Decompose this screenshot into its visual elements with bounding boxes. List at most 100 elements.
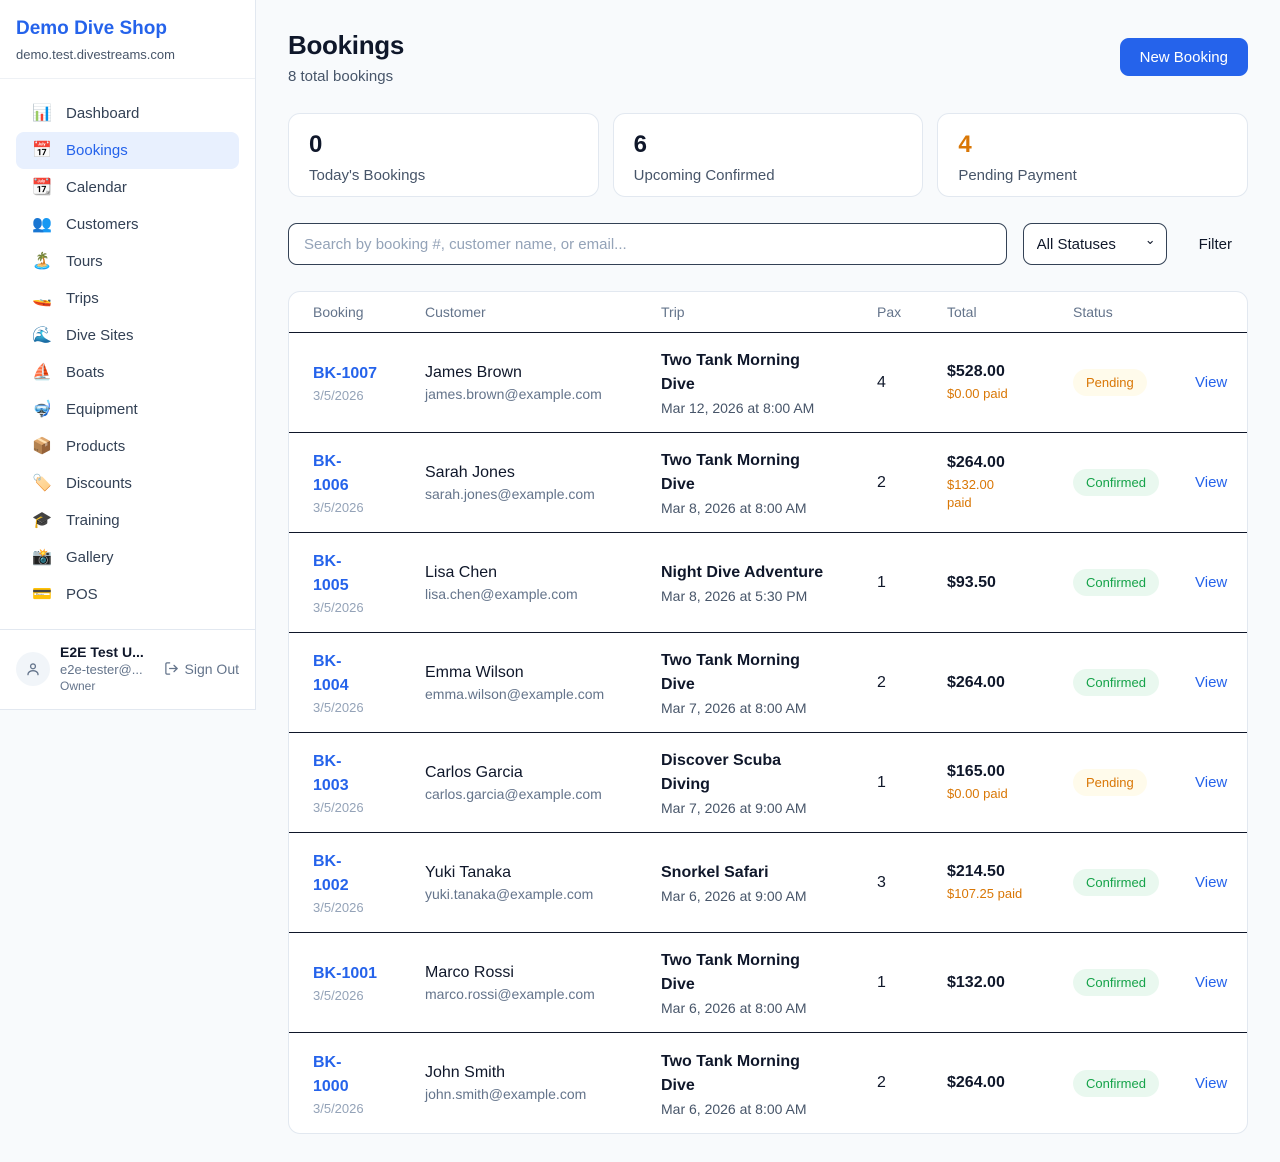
booking-id-link[interactable]: BK- 1004 [313,650,425,698]
filter-button[interactable]: Filter [1183,236,1248,253]
stat-label: Upcoming Confirmed [634,167,903,184]
booking-id-link[interactable]: BK-1007 [313,362,425,386]
table-row: BK- 1002 3/5/2026 Yuki Tanaka yuki.tanak… [289,833,1247,933]
trip-name: Two Tank Morning Dive [661,449,877,497]
booking-date: 3/5/2026 [313,1101,425,1116]
booking-id-link[interactable]: BK-1001 [313,962,425,986]
status-select[interactable]: All Statuses [1023,223,1167,265]
view-link[interactable]: View [1195,374,1227,391]
search-input[interactable] [288,223,1007,265]
sidebar-item-tours[interactable]: 🏝️ Tours [16,243,239,280]
sidebar-item-customers[interactable]: 👥 Customers [16,206,239,243]
customer-name: John Smith [425,1064,661,1082]
customer-name: Marco Rossi [425,964,661,982]
booking-cell: BK- 1006 3/5/2026 [313,450,425,515]
customer-name: Yuki Tanaka [425,864,661,882]
table-header-row: BookingCustomerTripPaxTotalStatus [289,292,1247,333]
booking-id-link[interactable]: BK- 1003 [313,750,425,798]
view-link[interactable]: View [1195,674,1227,691]
booking-id-link[interactable]: BK- 1006 [313,450,425,498]
brand: Demo Dive Shop demo.test.divestreams.com [0,0,255,79]
booking-cell: BK- 1000 3/5/2026 [313,1051,425,1116]
sidebar-item-label: Gallery [66,549,114,566]
trip-time: Mar 6, 2026 at 8:00 AM [661,1000,877,1016]
total-amount: $93.50 [947,574,1073,592]
customer-name: Sarah Jones [425,464,661,482]
customer-cell: Yuki Tanaka yuki.tanaka@example.com [425,864,661,902]
trip-cell: Two Tank Morning Dive Mar 6, 2026 at 8:0… [661,1050,877,1117]
customer-email: lisa.chen@example.com [425,586,661,602]
user-role: Owner [60,679,154,693]
customer-cell: James Brown james.brown@example.com [425,364,661,402]
sidebar-item-training[interactable]: 🎓 Training [16,502,239,539]
logout-icon [164,661,179,676]
booking-cell: BK-1001 3/5/2026 [313,962,425,1003]
view-link[interactable]: View [1195,974,1227,991]
view-link[interactable]: View [1195,474,1227,491]
total-amount: $528.00 [947,363,1073,381]
customer-email: marco.rossi@example.com [425,986,661,1002]
stat-card: 4 Pending Payment [937,113,1248,197]
status-cell: Confirmed [1073,869,1195,896]
status-cell: Confirmed [1073,969,1195,996]
sidebar-item-discounts[interactable]: 🏷️ Discounts [16,465,239,502]
view-link[interactable]: View [1195,774,1227,791]
table-body: BK-1007 3/5/2026 James Brown james.brown… [289,333,1247,1133]
status-cell: Pending [1073,369,1195,396]
status-cell: Pending [1073,769,1195,796]
customer-email: sarah.jones@example.com [425,486,661,502]
trip-cell: Snorkel Safari Mar 6, 2026 at 9:00 AM [661,861,877,904]
paid-amount: $132.00 paid [947,476,1073,512]
tear-off-calendar-icon: 📆 [32,180,52,196]
column-header-pax: Pax [877,304,947,320]
paid-amount: $107.25 paid [947,885,1073,903]
total-amount: $264.00 [947,454,1073,472]
trip-time: Mar 6, 2026 at 9:00 AM [661,888,877,904]
diving-mask-icon: 🤿 [32,402,52,418]
booking-cell: BK-1007 3/5/2026 [313,362,425,403]
sidebar-item-trips[interactable]: 🚤 Trips [16,280,239,317]
sidebar-item-dive-sites[interactable]: 🌊 Dive Sites [16,317,239,354]
sidebar-item-dashboard[interactable]: 📊 Dashboard [16,95,239,132]
status-cell: Confirmed [1073,1070,1195,1097]
sidebar-item-gallery[interactable]: 📸 Gallery [16,539,239,576]
stat-value: 6 [634,131,903,160]
trip-time: Mar 8, 2026 at 8:00 AM [661,500,877,516]
credit-card-icon: 💳 [32,587,52,603]
booking-id-link[interactable]: BK- 1000 [313,1051,425,1099]
stat-value: 4 [958,131,1227,160]
booking-date: 3/5/2026 [313,388,425,403]
trip-name: Two Tank Morning Dive [661,949,877,997]
sidebar-item-pos[interactable]: 💳 POS [16,576,239,613]
booking-id-link[interactable]: BK- 1002 [313,850,425,898]
new-booking-button[interactable]: New Booking [1120,38,1248,76]
view-link[interactable]: View [1195,874,1227,891]
page-title: Bookings [288,30,404,61]
user-section: E2E Test U... e2e-tester@... Owner Sign … [0,629,255,709]
stat-label: Today's Bookings [309,167,578,184]
trip-name: Two Tank Morning Dive [661,349,877,397]
customer-cell: Lisa Chen lisa.chen@example.com [425,564,661,602]
graduation-cap-icon: 🎓 [32,513,52,529]
view-link[interactable]: View [1195,574,1227,591]
sign-out-button[interactable]: Sign Out [164,661,239,677]
sidebar: Demo Dive Shop demo.test.divestreams.com… [0,0,256,710]
sidebar-item-calendar[interactable]: 📆 Calendar [16,169,239,206]
pax-value: 1 [877,974,947,992]
total-amount: $264.00 [947,674,1073,692]
booking-id-link[interactable]: BK- 1005 [313,550,425,598]
column-header-customer: Customer [425,304,661,320]
booking-date: 3/5/2026 [313,800,425,815]
booking-date: 3/5/2026 [313,900,425,915]
sidebar-item-products[interactable]: 📦 Products [16,428,239,465]
status-badge: Confirmed [1073,969,1159,996]
trip-name: Discover Scuba Diving [661,749,877,797]
sidebar-item-equipment[interactable]: 🤿 Equipment [16,391,239,428]
sidebar-item-bookings[interactable]: 📅 Bookings [16,132,239,169]
bar-chart-icon: 📊 [32,106,52,122]
sidebar-item-boats[interactable]: ⛵ Boats [16,354,239,391]
view-link[interactable]: View [1195,1075,1227,1092]
status-cell: Confirmed [1073,469,1195,496]
total-cell: $93.50 [947,574,1073,592]
total-cell: $214.50 $107.25 paid [947,863,1073,903]
